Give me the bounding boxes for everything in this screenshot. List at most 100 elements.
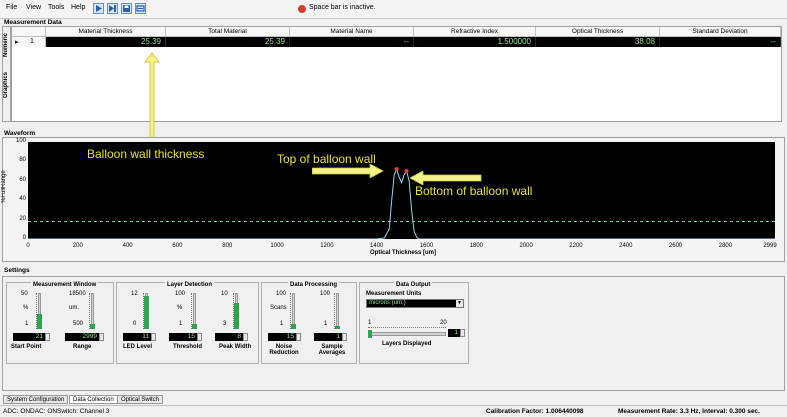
start-point-label: Start Point bbox=[11, 344, 42, 350]
switch-status: Switch: Channel 3 bbox=[57, 408, 110, 415]
calibration-factor: Calibration Factor: 1.006440098 bbox=[486, 408, 584, 415]
y-tick-label: 40 bbox=[19, 196, 26, 203]
measurement-units-select[interactable]: microns (um.) ▼ bbox=[366, 299, 464, 308]
x-tick-label: 2000 bbox=[519, 243, 533, 249]
cell-standard-deviation: -- bbox=[660, 37, 781, 47]
peak-width-slider-fill[interactable] bbox=[234, 303, 239, 329]
save-icon[interactable] bbox=[121, 3, 132, 14]
measurement-table: Material Thickness Total Material Materi… bbox=[11, 26, 782, 122]
annotation-arrow-up bbox=[144, 52, 160, 140]
noise-slider-fill[interactable] bbox=[291, 323, 296, 329]
col-material-thickness: Material Thickness bbox=[46, 27, 166, 37]
menu-help[interactable]: Help bbox=[71, 4, 85, 11]
layers-displayed-input[interactable]: 1 bbox=[448, 329, 460, 337]
start-point-spinner[interactable] bbox=[45, 333, 50, 341]
start-point-input[interactable]: 21 bbox=[13, 333, 45, 341]
led-slider-fill[interactable] bbox=[144, 295, 149, 329]
layers-displayed-label: Layers Displayed bbox=[382, 341, 432, 347]
peak-markers bbox=[394, 167, 409, 174]
data-output-title: Data Output bbox=[394, 282, 433, 288]
x-tick-label: 200 bbox=[72, 243, 83, 249]
layers-slider-thumb[interactable] bbox=[368, 330, 372, 338]
play-icon[interactable] bbox=[93, 3, 104, 14]
peak-width-label: Peak Width bbox=[219, 344, 252, 350]
led-max: 12 bbox=[131, 291, 138, 297]
sample-averages-spinner[interactable] bbox=[342, 333, 347, 341]
averages-min: 1 bbox=[324, 321, 328, 327]
measurement-units-value: microns (um.) bbox=[369, 300, 406, 306]
threshold-max: 100 bbox=[175, 291, 186, 297]
chevron-down-icon[interactable]: ▼ bbox=[456, 300, 463, 307]
noise-reduction-input[interactable]: 15 bbox=[268, 333, 296, 341]
x-tick-label: 2999 bbox=[763, 243, 777, 249]
tab-numeric[interactable]: Numeric bbox=[3, 29, 11, 61]
threshold-label: Threshold bbox=[173, 344, 203, 350]
peak-width-input[interactable]: 8 bbox=[215, 333, 243, 341]
y-tick-label: 20 bbox=[19, 215, 26, 222]
threshold-unit: % bbox=[177, 305, 183, 311]
noise-max: 100 bbox=[276, 291, 287, 297]
peak-width-spinner[interactable] bbox=[243, 333, 248, 341]
layers-displayed-spinner[interactable] bbox=[460, 329, 465, 337]
dac-status: DAC: ON bbox=[30, 408, 58, 415]
tab-data-collection[interactable]: Data Collection bbox=[69, 395, 118, 404]
start-unit: % bbox=[23, 305, 29, 311]
y-tick-label: 0 bbox=[22, 235, 26, 241]
led-level-input[interactable]: 11 bbox=[123, 333, 151, 341]
sample-averages-input[interactable]: 1 bbox=[314, 333, 342, 341]
peak-width-max: 10 bbox=[221, 291, 228, 297]
x-tick-label: 1600 bbox=[419, 243, 434, 249]
x-tick-label: 2400 bbox=[619, 243, 633, 249]
menu-bar: File View Tools Help Space bar is inacti… bbox=[0, 0, 787, 19]
col-total-material: Total Material bbox=[166, 27, 290, 37]
tab-graphics[interactable]: Graphics bbox=[3, 67, 11, 103]
measurement-units-label: Measurement Units bbox=[366, 291, 422, 297]
menu-file[interactable]: File bbox=[6, 4, 17, 11]
range-max: 18500 bbox=[69, 291, 86, 297]
led-level-spinner[interactable] bbox=[151, 333, 156, 341]
threshold-slider-fill[interactable] bbox=[192, 323, 197, 329]
menu-view[interactable]: View bbox=[26, 4, 41, 11]
start-min: 1 bbox=[25, 321, 29, 327]
settings-label: Settings bbox=[4, 267, 30, 274]
range-input[interactable]: 2999 bbox=[65, 333, 99, 341]
range-spinner[interactable] bbox=[99, 333, 104, 341]
tab-optical-switch[interactable]: Optical Switch bbox=[117, 395, 164, 404]
row-pointer-icon: ▸ bbox=[15, 39, 19, 46]
measurement-rate: Measurement Rate: 3.3 Hz, Interval: 0.30… bbox=[618, 408, 760, 415]
start-slider-fill[interactable] bbox=[37, 313, 42, 329]
range-label: Range bbox=[73, 344, 92, 350]
status-bar: ADC: ON DAC: ON Switch: Channel 3 Calibr… bbox=[0, 405, 787, 417]
threshold-min: 1 bbox=[179, 321, 183, 327]
noise-reduction-spinner[interactable] bbox=[296, 333, 301, 341]
averages-slider-fill[interactable] bbox=[335, 326, 340, 329]
annotation-wall-thickness: Balloon wall thickness bbox=[87, 147, 205, 161]
peak-marker-0 bbox=[394, 167, 399, 172]
peak-marker-1 bbox=[404, 169, 409, 174]
view-tabs: Numeric Graphics bbox=[2, 26, 11, 122]
waveform-label: Waveform bbox=[4, 130, 36, 137]
start-max: 50 bbox=[21, 291, 28, 297]
menu-tools[interactable]: Tools bbox=[48, 4, 64, 11]
data-output-group: Data Output Measurement Units microns (u… bbox=[359, 282, 469, 364]
export-icon[interactable] bbox=[135, 3, 146, 14]
range-slider-fill[interactable] bbox=[90, 323, 95, 329]
data-processing-group: Data Processing 100 Scans 1 15 Noise Red… bbox=[261, 282, 357, 364]
step-icon[interactable] bbox=[107, 3, 118, 14]
tab-system-configuration[interactable]: System Configuration bbox=[3, 395, 69, 404]
averages-slider-track[interactable] bbox=[336, 293, 339, 329]
threshold-input[interactable]: 15 bbox=[169, 333, 197, 341]
settings-panel: Measurement Window 50 % 1 21 Start Point… bbox=[2, 276, 785, 391]
threshold-spinner[interactable] bbox=[197, 333, 202, 341]
layers-slider-track[interactable] bbox=[368, 332, 446, 336]
col-material-name: Material Name bbox=[290, 27, 414, 37]
x-tick-label: 1000 bbox=[270, 243, 284, 249]
layers-max: 20 bbox=[440, 320, 447, 326]
peak-width-min: 3 bbox=[223, 321, 227, 327]
measurement-data-label: Measurement Data bbox=[4, 19, 62, 26]
adc-status: ADC: ON bbox=[3, 408, 31, 415]
x-tick-label: 2800 bbox=[718, 243, 733, 249]
x-tick-label: 400 bbox=[122, 243, 133, 249]
table-row-header[interactable]: ▸ 1 bbox=[12, 37, 46, 47]
x-tick-label: 1200 bbox=[320, 243, 334, 249]
